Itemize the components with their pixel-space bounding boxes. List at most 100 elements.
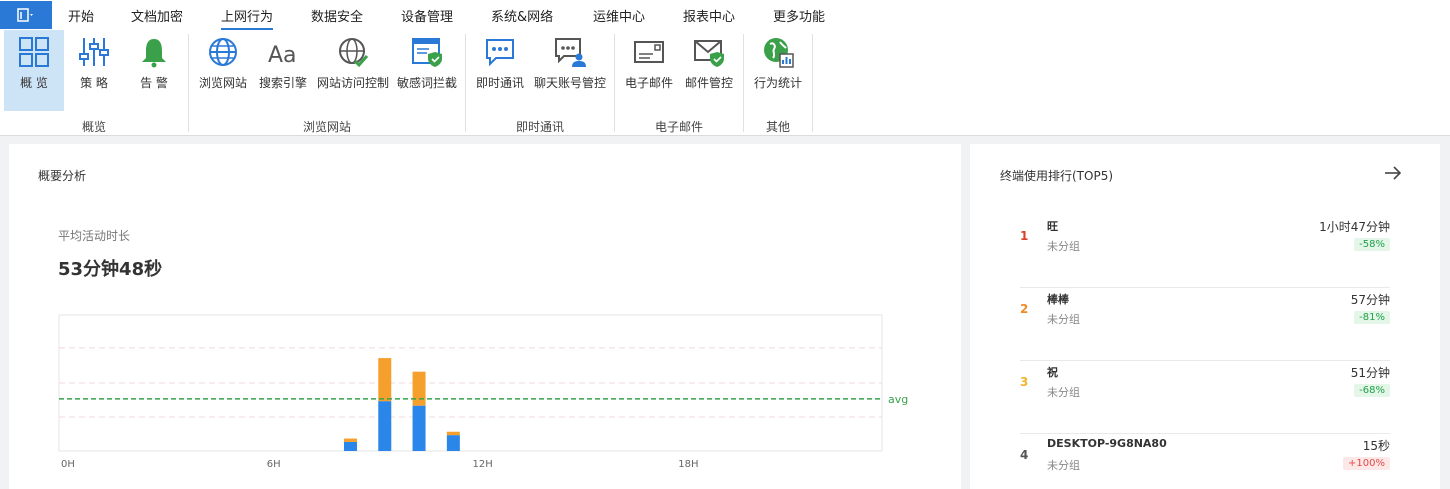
email-label: 电子邮件	[624, 76, 673, 90]
ranking-row[interactable]: 3 祝 未分组 51分钟 -68%	[1020, 362, 1390, 434]
overview-button-label: 概 览	[20, 76, 48, 90]
overview-title: 概要分析	[38, 169, 87, 183]
terminal-group: 未分组	[1047, 240, 1080, 253]
policy-button-label: 策 略	[80, 76, 108, 90]
ranking-title: 终端使用排行(TOP5)	[1000, 169, 1114, 183]
ribbon-toolbar: 概 览 策 略 告 警 概览 浏览网站 Aa 搜索引擎 网站访问控制 敏感词拦截…	[0, 30, 1450, 136]
menu-report-center[interactable]: 报表中心	[683, 6, 735, 25]
x-tick-label: 18H	[678, 459, 698, 470]
menu-internet-behavior[interactable]: 上网行为	[221, 6, 274, 30]
website-access-control-label: 网站访问控制	[316, 76, 389, 90]
x-tick-label: 0H	[61, 459, 75, 470]
avg-activity-label: 平均活动时长	[58, 229, 131, 243]
x-tick-label: 6H	[267, 459, 281, 470]
arrow-right-icon[interactable]	[1384, 166, 1402, 180]
bar-segment[interactable]	[343, 441, 357, 451]
terminal-name: 祝	[1047, 366, 1058, 379]
overview-analysis-panel: 概要分析 平均活动时长 53分钟48秒 avg 0H 6H 12H 18H	[9, 144, 961, 489]
menu-ops-center[interactable]: 运维中心	[593, 6, 645, 25]
email-button[interactable]: 电子邮件	[622, 30, 676, 111]
rank-number: 1	[1020, 229, 1029, 243]
bar-segment[interactable]	[412, 371, 426, 406]
mail-shield-icon	[694, 40, 724, 67]
browse-website-button[interactable]: 浏览网站	[196, 30, 250, 111]
website-access-control-button[interactable]: 网站访问控制	[315, 30, 391, 111]
group-label-email: 电子邮件	[654, 120, 703, 134]
ranking-row[interactable]: 1 旺 未分组 1小时47分钟 -58%	[1020, 216, 1390, 288]
mail-icon	[634, 41, 664, 63]
sensitive-word-block-label: 敏感词拦截	[396, 76, 457, 90]
x-tick-label: 12H	[473, 459, 493, 470]
overview-grid-icon	[19, 37, 49, 67]
change-badge: +100%	[1343, 457, 1390, 470]
group-label-browse: 浏览网站	[302, 120, 351, 134]
email-control-label: 邮件管控	[684, 76, 733, 90]
terminal-name: 旺	[1047, 220, 1058, 233]
ranking-row[interactable]: 4 DESKTOP-9G8NA80 未分组 15秒 +100%	[1020, 435, 1390, 489]
bar-segment[interactable]	[446, 435, 460, 451]
globe-check-icon	[339, 38, 369, 68]
ribbon-separator	[812, 34, 813, 132]
alert-button[interactable]: 告 警	[128, 30, 180, 111]
group-label-overview: 概览	[81, 120, 106, 134]
search-engine-label: 搜索引擎	[258, 76, 307, 90]
bar-segment[interactable]	[378, 358, 392, 402]
menu-more-features[interactable]: 更多功能	[773, 6, 825, 25]
chat-user-icon	[555, 38, 586, 67]
menu-data-security[interactable]: 数据安全	[311, 6, 363, 25]
menu-bar: 开始 文档加密 上网行为 数据安全 设备管理 系统&网络 运维中心 报表中心 更…	[0, 0, 1450, 30]
terminal-group: 未分组	[1047, 313, 1080, 326]
menu-start[interactable]: 开始	[68, 6, 94, 25]
email-control-button[interactable]: 邮件管控	[682, 30, 736, 111]
policy-button[interactable]: 策 略	[68, 30, 120, 111]
menu-doc-encryption[interactable]: 文档加密	[131, 6, 183, 25]
instant-messaging-label: 即时通讯	[475, 76, 524, 90]
search-engine-button[interactable]: Aa 搜索引擎	[256, 30, 310, 111]
app-menu-button[interactable]	[0, 1, 52, 29]
chat-icon	[486, 39, 514, 67]
behavior-stats-label: 行为统计	[753, 76, 802, 90]
bar-segment[interactable]	[446, 431, 460, 436]
rank-number: 2	[1020, 302, 1029, 316]
bar-segment[interactable]	[343, 438, 357, 442]
usage-time: 1小时47分钟	[1319, 220, 1390, 234]
app-menu-icon	[17, 8, 33, 22]
rank-number: 4	[1020, 448, 1029, 462]
change-badge: -58%	[1354, 238, 1390, 251]
bar-segment[interactable]	[378, 401, 392, 451]
rank-number: 3	[1020, 375, 1029, 389]
avg-activity-value: 53分钟48秒	[58, 259, 163, 280]
bar-segment[interactable]	[412, 405, 426, 451]
browse-website-label: 浏览网站	[198, 76, 247, 90]
usage-time: 15秒	[1362, 439, 1390, 453]
change-badge: -81%	[1354, 311, 1390, 324]
instant-messaging-button[interactable]: 即时通讯	[473, 30, 527, 111]
menu-device-management[interactable]: 设备管理	[401, 6, 453, 25]
browser-shield-icon	[412, 38, 442, 67]
group-label-im: 即时通讯	[515, 120, 564, 134]
overview-button[interactable]: 概 览	[4, 30, 64, 111]
group-label-other: 其他	[765, 120, 790, 134]
globe-icon	[209, 38, 237, 66]
terminal-ranking-panel: 终端使用排行(TOP5) 1 旺 未分组 1小时47分钟 -58% 2 棒棒 未…	[970, 144, 1440, 489]
sensitive-word-block-button[interactable]: 敏感词拦截	[395, 30, 459, 111]
chat-account-control-button[interactable]: 聊天账号管控	[532, 30, 608, 111]
ribbon-separator	[188, 34, 189, 132]
alert-button-label: 告 警	[140, 76, 168, 90]
search-engine-aa-icon: Aa	[268, 43, 297, 68]
ranking-row[interactable]: 2 棒棒 未分组 57分钟 -81%	[1020, 289, 1390, 361]
usage-time: 57分钟	[1350, 293, 1390, 307]
policy-sliders-icon	[79, 38, 109, 66]
behavior-stats-button[interactable]: 行为统计	[750, 30, 806, 111]
avg-label: avg	[888, 393, 908, 406]
activity-chart: avg 0H 6H 12H 18H	[58, 314, 908, 470]
terminal-group: 未分组	[1047, 459, 1080, 472]
menu-system-network[interactable]: 系统&网络	[491, 6, 553, 25]
terminal-name: 棒棒	[1047, 293, 1069, 306]
change-badge: -68%	[1354, 384, 1390, 397]
usage-time: 51分钟	[1350, 366, 1390, 380]
globe-stats-icon	[764, 38, 794, 68]
chat-account-control-label: 聊天账号管控	[533, 76, 606, 90]
terminal-group: 未分组	[1047, 386, 1080, 399]
alert-bell-icon	[142, 39, 166, 68]
